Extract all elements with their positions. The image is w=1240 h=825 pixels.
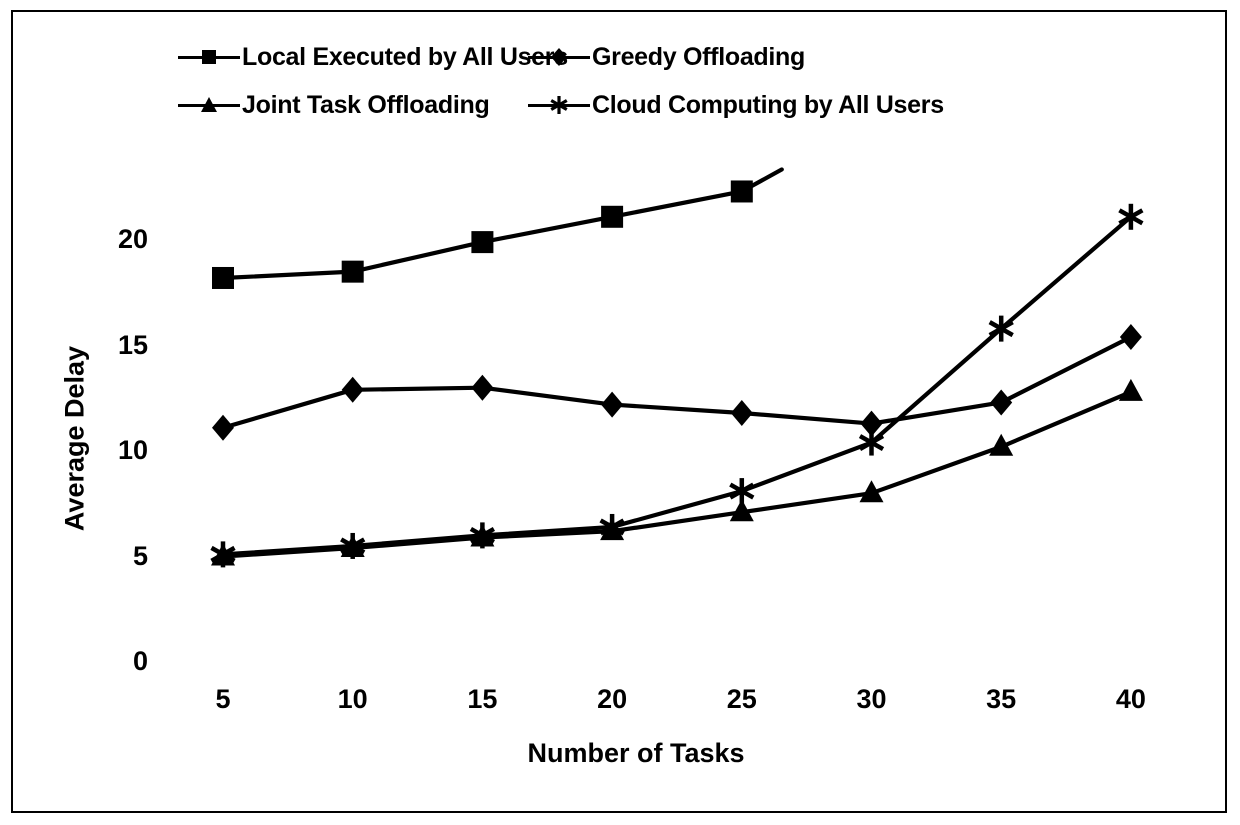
y-axis-tick-label: 0 bbox=[132, 646, 148, 676]
y-axis-tick-label: 5 bbox=[132, 540, 148, 571]
x-axis-tick-label: 25 bbox=[726, 684, 757, 714]
square-marker bbox=[341, 260, 364, 283]
chart-figure: Local Executed by All Users Greedy Offlo… bbox=[0, 0, 1240, 825]
square-marker bbox=[601, 205, 624, 228]
x-axis-tick-label: 20 bbox=[597, 684, 628, 714]
diamond-marker bbox=[990, 389, 1013, 416]
x-axis-label: Number of Tasks bbox=[527, 738, 745, 768]
plot-area: 0 5 10 15 20 5 10 15 20 25 30 35 40 Number of Tasks… bbox=[0, 0, 1240, 825]
square-marker bbox=[471, 231, 494, 254]
asterisk-marker bbox=[729, 478, 755, 505]
x-axis-tick-label: 35 bbox=[986, 684, 1017, 714]
y-axis-label: Average Delay bbox=[59, 345, 90, 532]
square-marker bbox=[730, 180, 753, 203]
diamond-marker bbox=[730, 400, 753, 427]
diamond-marker bbox=[471, 374, 494, 401]
diamond-marker bbox=[341, 376, 364, 403]
y-axis-tick-label: 20 bbox=[117, 224, 148, 254]
diamond-marker bbox=[212, 414, 234, 441]
x-axis-tick-label: 5 bbox=[215, 684, 231, 714]
x-axis-tick-label: 40 bbox=[1115, 684, 1146, 714]
x-axis-tick-label: 15 bbox=[467, 684, 498, 714]
diamond-marker bbox=[1119, 324, 1142, 351]
x-axis-tick-label: 30 bbox=[856, 684, 887, 714]
triangle-marker bbox=[1118, 378, 1143, 401]
series-1 bbox=[212, 167, 784, 289]
diamond-marker bbox=[601, 391, 624, 418]
x-axis-tick-label: 10 bbox=[337, 684, 368, 714]
square-marker bbox=[212, 266, 234, 289]
